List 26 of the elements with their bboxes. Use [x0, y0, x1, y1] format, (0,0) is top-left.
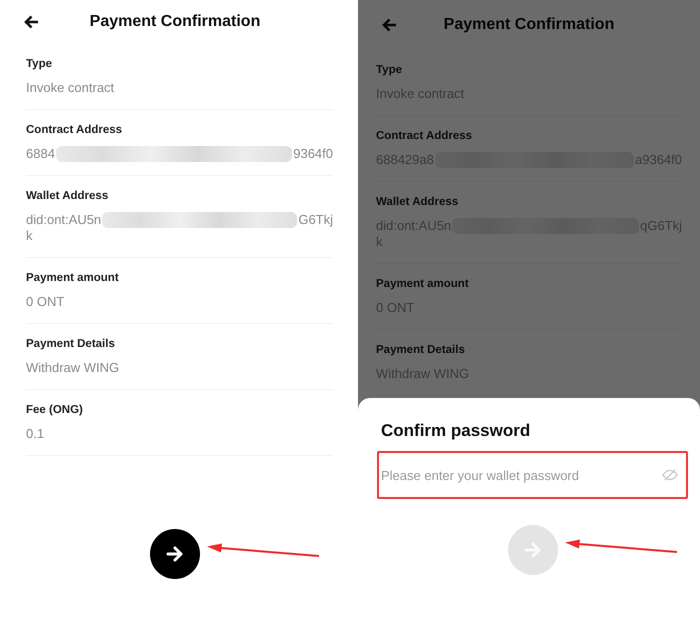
- field-label: Wallet Address: [376, 195, 460, 210]
- field-value: 6884: [26, 146, 55, 162]
- password-field[interactable]: Please enter your wallet password: [377, 451, 688, 499]
- field-label: Wallet Address: [26, 189, 110, 204]
- field-label: Payment Details: [26, 337, 116, 352]
- field-value: Withdraw WING: [26, 360, 120, 376]
- field-label: Type: [376, 63, 403, 78]
- field-value: k: [26, 228, 32, 243]
- field-label: Type: [26, 57, 53, 72]
- field-value: Invoke contract: [26, 80, 116, 96]
- field-label: Payment amount: [376, 277, 470, 292]
- screen-title: Payment Confirmation: [442, 16, 616, 34]
- field-label: Payment Details: [376, 343, 466, 358]
- field-value: G6Tkj: [298, 212, 333, 228]
- confirm-button[interactable]: [150, 529, 200, 579]
- screen-title: Payment Confirmation: [88, 13, 262, 31]
- field-value: 0 ONT: [26, 294, 66, 310]
- field-value: 0.1: [26, 426, 46, 442]
- back-arrow-icon[interactable]: [24, 15, 39, 29]
- field-label: Contract Address: [376, 129, 474, 144]
- field-value: 9364f0: [293, 146, 333, 162]
- field-label: Payment amount: [26, 271, 120, 286]
- sheet-title: Confirm password: [381, 420, 532, 442]
- field-value: did:ont:AU5n: [26, 212, 102, 228]
- field-label: Contract Address: [26, 123, 124, 138]
- field-label: Fee (ONG): [26, 403, 84, 418]
